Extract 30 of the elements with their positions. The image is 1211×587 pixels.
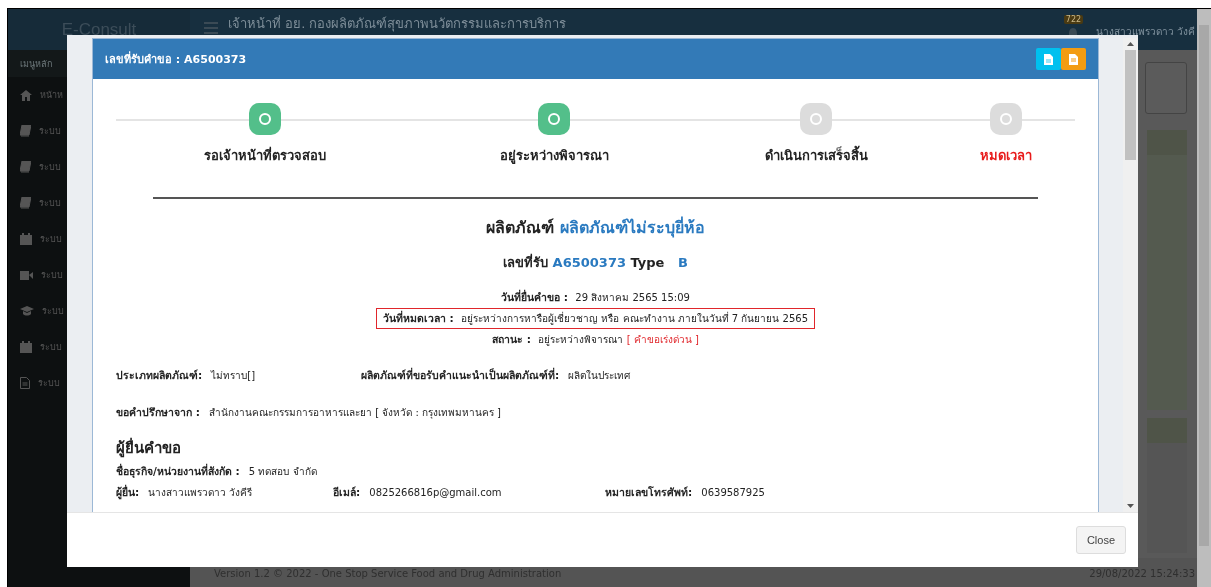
field-label: วันที่ยื่นคำขอ : bbox=[501, 291, 568, 303]
field-value: สำนักงานคณะกรรมการอาหารและยา [ จังหวัด : กรุงเทพมหานคร ] bbox=[208, 407, 502, 418]
field-value: 29 สิงหาคม 2565 15:09 bbox=[575, 292, 690, 303]
receipt-heading: เลขที่รับ A6500373 Type B bbox=[502, 252, 689, 272]
field-value: อยู่ระหว่างการหารือผู้เชี่ยวชาญ หรือ คณะทำงาน ภายในวันที่ 7 กันยายน 2565 bbox=[461, 313, 809, 324]
field-value: 0825266816p@gmail.com bbox=[369, 487, 502, 498]
header-title: เจ้าหน้าที่ อย. กองผลิตภัณฑ์สุขภาพนวัตกรรมและการบริการ bbox=[228, 15, 568, 32]
product-heading: ผลิตภัณฑ์ ผลิตภัณฑ์ไม่ระบุยี่ห้อ bbox=[485, 215, 706, 240]
field-value: นางสาวแพรวดาว วังคีรี bbox=[148, 487, 253, 498]
step-label: อยู่ระหว่างพิจารณา bbox=[499, 147, 609, 166]
field-label: ประเภทผลิตภัณฑ์: bbox=[116, 369, 203, 381]
field-value: 5 ทดสอบ จำกัด bbox=[248, 466, 317, 477]
field-label: ชื่อธุรกิจ/หน่วยงานที่สังกัด : bbox=[116, 465, 240, 477]
field-label: ผลิตภัณฑ์ที่ขอรับคำแนะนำเป็นผลิตภัณฑ์ที่: bbox=[361, 369, 560, 381]
step-label: หมดเวลา bbox=[980, 147, 1032, 165]
field-label: หมายเลขโทรศัพท์: bbox=[605, 486, 693, 498]
notification-badge: 722 bbox=[1063, 15, 1084, 24]
field-value: ผลิตในประเทศ bbox=[568, 370, 631, 381]
field-label: อีเมล์: bbox=[333, 486, 361, 498]
field-label: ผู้ยื่น: bbox=[116, 486, 140, 498]
field-label: สถานะ : bbox=[492, 333, 531, 345]
urgent-note: [ คำขอเร่งด่วน ] bbox=[626, 334, 699, 345]
field-value: อยู่ระหว่างพิจารณา bbox=[538, 334, 624, 345]
step-label: รอเจ้าหน้าที่ตรวจสอบ bbox=[204, 145, 326, 165]
field-value: ไม่ทราบ[] bbox=[211, 370, 256, 381]
field-label: ขอคำปรึกษาจาก : bbox=[116, 406, 200, 418]
field-value: 0639587925 bbox=[701, 487, 765, 498]
step-label: ดำเนินการเสร็จสิ้น bbox=[764, 145, 868, 166]
field-label: วันที่หมดเวลา : bbox=[382, 312, 454, 324]
section-heading: ผู้ยื่นคำขอ bbox=[116, 438, 182, 458]
